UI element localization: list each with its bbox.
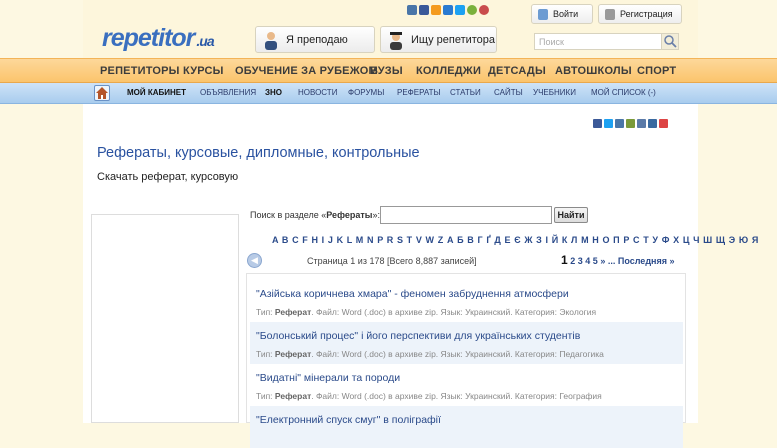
nav-driving-schools[interactable]: АВТОШКОЛЫ: [555, 65, 632, 77]
share-delicious-icon[interactable]: [637, 119, 646, 128]
find-tutor-button[interactable]: Ищу репетитора: [380, 26, 497, 53]
find-tutor-button-label: Ищу репетитора: [411, 33, 496, 46]
essay-title-link[interactable]: "Азійська коричнева хмара" - феномен заб…: [256, 288, 677, 300]
sub-nav: МОЙ КАБИНЕТ ОБЪЯВЛЕНИЯ ЗНО НОВОСТИ ФОРУМ…: [0, 83, 777, 104]
nav-courses[interactable]: КУРСЫ: [183, 65, 224, 77]
share-vk-icon[interactable]: [615, 119, 624, 128]
search-icon: [664, 35, 677, 48]
alphabet-filter[interactable]: A B C F H I J K L M N P R S T V W Z А Б …: [272, 235, 759, 245]
page-subtitle: Скачать реферат, курсовую: [97, 171, 239, 183]
main-nav: РЕПЕТИТОРЫ КУРСЫ ОБУЧЕНИЕ ЗА РУБЕЖОМ ВУЗ…: [0, 58, 777, 83]
meta-type-label: Тип:: [256, 391, 273, 401]
essay-meta: Тип: Реферат. Файл: Word (.doc) в архиве…: [256, 307, 677, 317]
essay-meta: Тип: Реферат. Файл: Word (.doc) в архиве…: [256, 349, 677, 359]
section-search-label: Поиск в разделе «Рефераты»:: [250, 210, 380, 220]
share-bar: [593, 119, 668, 128]
left-sidebar-box: [91, 214, 239, 423]
share-twitter-icon[interactable]: [604, 119, 613, 128]
register-icon: [605, 9, 615, 20]
nav-sites[interactable]: САЙТЫ: [494, 88, 523, 97]
meta-details: . Файл: Word (.doc) в архиве zip. Язык: …: [311, 307, 597, 317]
nav-my-list[interactable]: МОЙ СПИСОК (-): [591, 88, 656, 97]
teach-button[interactable]: Я преподаю: [255, 26, 375, 53]
social-links: [407, 5, 489, 15]
login-icon: [538, 9, 548, 20]
meta-type-label: Тип:: [256, 349, 273, 359]
page-root: repetitor .ua Я преподаю Ищу репетитора В…: [0, 0, 777, 448]
page-link[interactable]: 3: [578, 256, 583, 266]
vk-icon[interactable]: [407, 5, 417, 15]
logo-suffix: .ua: [196, 33, 214, 49]
language-icon[interactable]: [479, 5, 489, 15]
prev-page-button[interactable]: ◀: [247, 253, 262, 268]
nav-forums[interactable]: ФОРУМЫ: [348, 88, 384, 97]
site-search-input[interactable]: Поиск: [534, 33, 679, 50]
google-icon[interactable]: [467, 5, 477, 15]
meta-type: Реферат: [274, 349, 312, 359]
section-search-input[interactable]: [380, 206, 552, 224]
page-link[interactable]: 4: [585, 256, 590, 266]
nav-news[interactable]: НОВОСТИ: [298, 88, 337, 97]
essay-list: "Азійська коричнева хмара" - феномен заб…: [246, 273, 686, 448]
page-link[interactable]: 5: [593, 256, 598, 266]
search-label-section: Рефераты: [326, 210, 373, 220]
register-button[interactable]: Регистрация: [598, 4, 682, 24]
nav-articles[interactable]: СТАТЬИ: [450, 88, 481, 97]
list-item: "Електронний спуск смуг" в поліграфії: [250, 406, 683, 448]
twitter-icon[interactable]: [455, 5, 465, 15]
list-item: "Азійська коричнева хмара" - феномен заб…: [250, 280, 683, 322]
page-more-link[interactable]: » ...: [600, 256, 615, 266]
login-label: Войти: [553, 9, 579, 19]
page-title: Рефераты, курсовые, дипломные, контрольн…: [97, 145, 420, 161]
mailru-icon[interactable]: [443, 5, 453, 15]
student-icon: [390, 32, 402, 50]
share-mail-icon[interactable]: [648, 119, 657, 128]
home-button[interactable]: [94, 85, 110, 101]
share-facebook-icon[interactable]: [593, 119, 602, 128]
login-button[interactable]: Войти: [531, 4, 593, 24]
essay-title-link[interactable]: "Електронний спуск смуг" в поліграфії: [256, 414, 677, 426]
teach-button-label: Я преподаю: [286, 33, 348, 46]
nav-essays[interactable]: РЕФЕРАТЫ: [397, 88, 441, 97]
share-google-icon[interactable]: [626, 119, 635, 128]
site-logo[interactable]: repetitor .ua: [102, 24, 215, 53]
list-item: "Болонський процес" і його перспективи д…: [250, 322, 683, 364]
page-info: Страница 1 из 178 [Всего 8,887 записей]: [307, 256, 477, 266]
meta-details: . Файл: Word (.doc) в архиве zip. Язык: …: [311, 349, 604, 359]
page-last-link[interactable]: Последняя »: [618, 256, 675, 266]
meta-type-label: Тип:: [256, 307, 273, 317]
teacher-icon: [265, 32, 277, 50]
essay-meta: Тип: Реферат. Файл: Word (.doc) в архиве…: [256, 391, 677, 401]
nav-tutors[interactable]: РЕПЕТИТОРЫ: [100, 65, 180, 77]
search-label-suffix: »:: [372, 210, 380, 220]
nav-ads[interactable]: ОБЪЯВЛЕНИЯ: [200, 88, 256, 97]
nav-colleges[interactable]: КОЛЛЕДЖИ: [416, 65, 481, 77]
list-item: "Видатні" мінерали та породи Тип: Рефера…: [250, 364, 683, 406]
essay-title-link[interactable]: "Видатні" мінерали та породи: [256, 372, 677, 384]
share-gmail-icon[interactable]: [659, 119, 668, 128]
page-current: 1: [561, 253, 568, 267]
home-icon: [96, 87, 108, 99]
nav-my-cabinet[interactable]: МОЙ КАБИНЕТ: [127, 88, 186, 97]
nav-kindergartens[interactable]: ДЕТСАДЫ: [488, 65, 546, 77]
logo-text: repetitor: [102, 24, 195, 52]
arrow-left-icon: ◀: [251, 255, 258, 265]
register-label: Регистрация: [620, 9, 673, 19]
odnoklassniki-icon[interactable]: [431, 5, 441, 15]
pagination: 1 2 3 4 5 » ... Последняя »: [561, 253, 674, 267]
meta-type: Реферат: [274, 391, 312, 401]
facebook-icon[interactable]: [419, 5, 429, 15]
find-button[interactable]: Найти: [554, 207, 588, 223]
nav-textbooks[interactable]: УЧЕБНИКИ: [533, 88, 576, 97]
essay-title-link[interactable]: "Болонський процес" і його перспективи д…: [256, 330, 677, 342]
nav-study-abroad[interactable]: ОБУЧЕНИЕ ЗА РУБЕЖОМ: [235, 65, 378, 77]
nav-zno[interactable]: ЗНО: [265, 88, 282, 97]
meta-details: . Файл: Word (.doc) в архиве zip. Язык: …: [311, 391, 602, 401]
nav-universities[interactable]: ВУЗЫ: [370, 65, 403, 77]
search-label-prefix: Поиск в разделе «: [250, 210, 327, 220]
search-button[interactable]: [661, 33, 679, 50]
page-link[interactable]: 2: [570, 256, 575, 266]
meta-type: Реферат: [274, 307, 312, 317]
nav-sport[interactable]: СПОРТ: [637, 65, 676, 77]
